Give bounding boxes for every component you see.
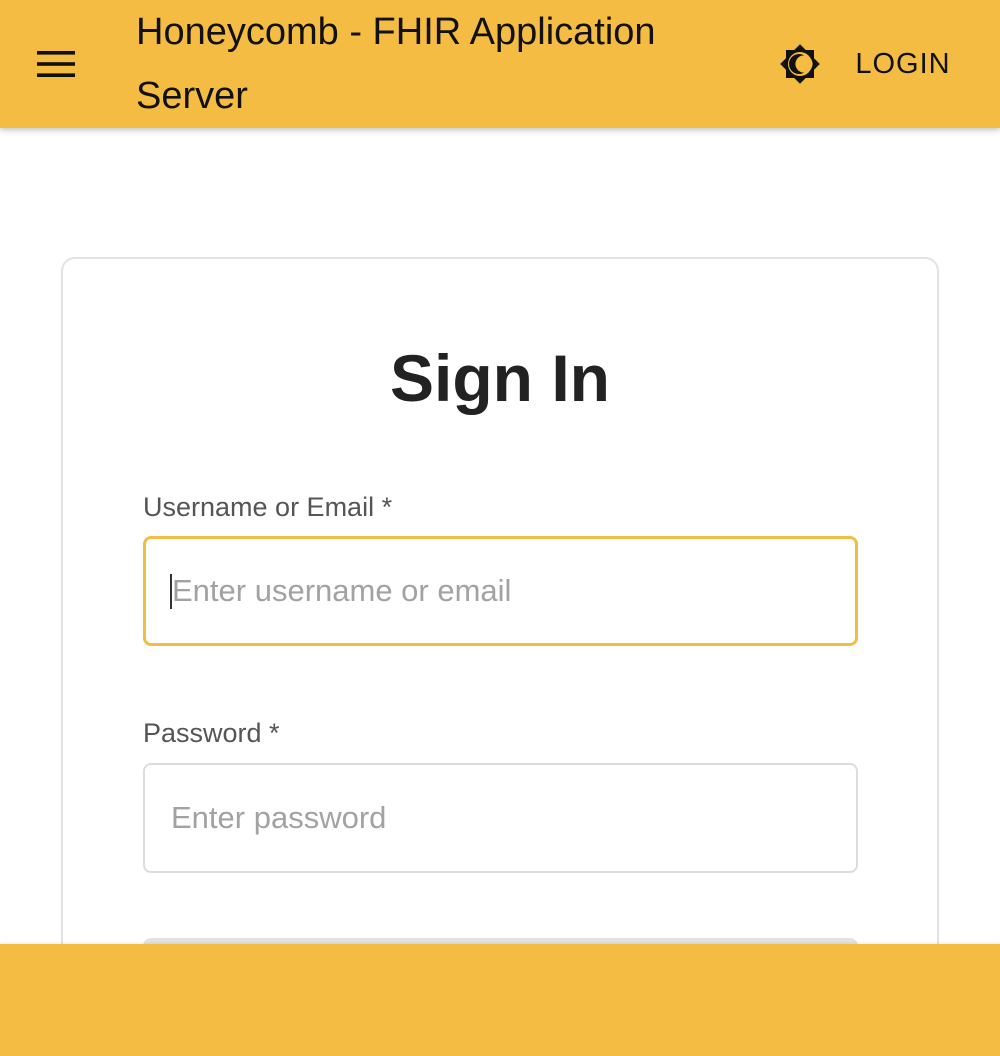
password-input[interactable]: [143, 763, 858, 873]
text-caret: [170, 574, 172, 609]
menu-button[interactable]: [24, 36, 88, 92]
page: Honeycomb - FHIR Application Server LOGI…: [0, 0, 1000, 1056]
theme-toggle-button[interactable]: [770, 36, 830, 92]
app-title: Honeycomb - FHIR Application Server: [136, 11, 656, 117]
app-bar: Honeycomb - FHIR Application Server LOGI…: [0, 0, 1000, 128]
hamburger-menu-icon: [37, 51, 75, 77]
login-button[interactable]: LOGIN: [846, 38, 960, 90]
username-input[interactable]: [143, 536, 858, 646]
password-label: Password *: [143, 718, 280, 748]
username-label: Username or Email *: [143, 492, 393, 522]
bottom-bar: [0, 944, 1000, 1056]
brightness-icon: [780, 44, 820, 84]
sign-in-title: Sign In: [390, 341, 610, 415]
